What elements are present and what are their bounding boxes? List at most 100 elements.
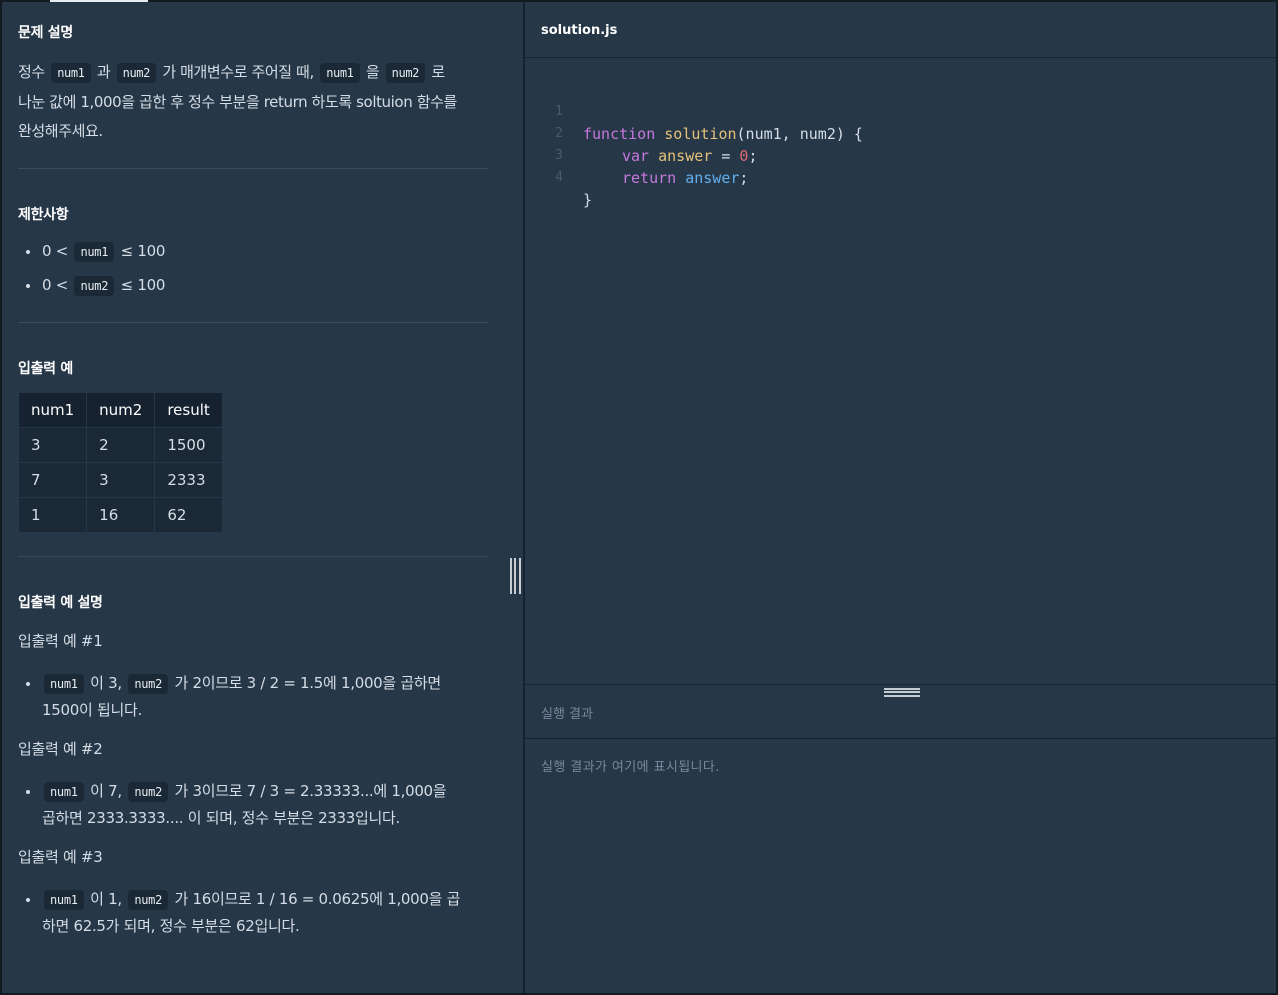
examples-section: 입출력 예 bbox=[2, 358, 488, 378]
explanation-section: 입출력 예 설명 bbox=[2, 592, 488, 612]
table-row: 1 16 62 bbox=[17, 497, 223, 533]
code-params: (num1, num2) { bbox=[736, 125, 863, 143]
example-3-item: num1 이 1, num2 가 16이므로 1 / 16 = 0.0625에 … bbox=[2, 886, 488, 939]
code-line: 1 function solution(num1, num2) { bbox=[525, 79, 863, 143]
text-segment: ≤ 100 bbox=[120, 242, 166, 260]
column-header: num1 bbox=[17, 392, 88, 428]
text-segment: 1500이 됩니다. bbox=[42, 701, 142, 719]
code-keyword: function bbox=[583, 125, 656, 143]
text-segment: 0 < bbox=[42, 276, 68, 294]
code-line: 2 var answer = 0; bbox=[525, 101, 757, 165]
inline-code: num2 bbox=[128, 782, 169, 802]
inline-code: num2 bbox=[128, 674, 169, 694]
code-variable: answer bbox=[685, 169, 740, 187]
example-2-list: num1 이 7, num2 가 3이므로 7 / 3 = 2.33333...… bbox=[2, 778, 488, 831]
result-output: 실행 결과가 여기에 표시됩니다. bbox=[541, 760, 720, 775]
column-header: num2 bbox=[86, 392, 156, 428]
example-1-list: num1 이 3, num2 가 2이므로 3 / 2 = 1.5에 1,000… bbox=[2, 670, 488, 723]
table-header-row: num1 num2 result bbox=[17, 392, 223, 428]
code-text: return answer; bbox=[622, 167, 748, 189]
code-punctuation: ; bbox=[739, 169, 749, 187]
table-cell: 7 bbox=[17, 462, 88, 498]
example-3-title: 입출력 예 #3 bbox=[18, 848, 103, 866]
vertical-resize-handle[interactable] bbox=[510, 558, 521, 594]
description-section: 문제 설명 bbox=[2, 22, 488, 42]
examples-title: 입출력 예 bbox=[18, 361, 73, 377]
description-line-3: 완성해주세요. bbox=[18, 122, 103, 140]
text-segment: 로 bbox=[431, 63, 445, 81]
problem-panel: 문제 설명 정수 num1 과 num2 가 매개변수로 주어질 때, num1… bbox=[2, 2, 523, 993]
table-row: 7 3 2333 bbox=[17, 462, 223, 498]
inline-code: num1 bbox=[51, 63, 91, 83]
file-tab-solution-js[interactable]: solution.js bbox=[541, 23, 617, 38]
code-keyword: var bbox=[622, 147, 650, 165]
example-3-list: num1 이 1, num2 가 16이므로 1 / 16 = 0.0625에 … bbox=[2, 886, 488, 939]
text-segment: 가 3이므로 7 / 3 = 2.33333...에 1,000을 bbox=[174, 782, 447, 800]
inline-code: num1 bbox=[44, 674, 84, 694]
constraint-item: 0 < num2 ≤ 100 bbox=[2, 272, 165, 306]
description-title: 문제 설명 bbox=[18, 25, 73, 41]
table-cell: 2 bbox=[86, 427, 156, 463]
table-row: 3 2 1500 bbox=[17, 427, 223, 463]
result-header: 실행 결과 bbox=[525, 684, 1276, 739]
text-segment: 이 3, bbox=[90, 674, 122, 692]
code-variable: answer bbox=[658, 147, 713, 165]
table-cell: 1500 bbox=[154, 427, 223, 463]
table-cell: 1 bbox=[17, 497, 88, 533]
inline-code: num1 bbox=[74, 242, 115, 262]
text-segment: 이 7, bbox=[90, 782, 122, 800]
example-2-title: 입출력 예 #2 bbox=[18, 740, 103, 758]
inline-code: num1 bbox=[44, 890, 84, 910]
text-segment: 가 2이므로 3 / 2 = 1.5에 1,000을 곱하면 bbox=[174, 674, 442, 692]
text-segment: 가 매개변수로 주어질 때, bbox=[162, 63, 314, 81]
explanation-title: 입출력 예 설명 bbox=[18, 595, 103, 611]
constraints-list: 0 < num1 ≤ 100 0 < num2 ≤ 100 bbox=[2, 238, 165, 306]
text-segment: 가 16이므로 1 / 16 = 0.0625에 1,000을 곱 bbox=[174, 890, 461, 908]
description-text: 정수 num1 과 num2 가 매개변수로 주어질 때, num1 을 num… bbox=[2, 58, 492, 146]
examples-table: num1 num2 result 3 2 1500 7 3 2333 1 16 … bbox=[17, 392, 223, 533]
code-text: function solution(num1, num2) { bbox=[583, 123, 863, 145]
text-segment: 0 < bbox=[42, 242, 68, 260]
divider bbox=[18, 556, 488, 557]
text-segment: 과 bbox=[96, 63, 111, 81]
table-cell: 16 bbox=[86, 497, 156, 533]
description-line-1: 정수 num1 과 num2 가 매개변수로 주어질 때, num1 을 num… bbox=[18, 58, 492, 88]
horizontal-resize-handle[interactable] bbox=[884, 688, 920, 697]
constraint-item: 0 < num1 ≤ 100 bbox=[2, 238, 165, 272]
divider bbox=[18, 168, 488, 169]
text-segment: 이 1, bbox=[90, 890, 122, 908]
table-cell: 3 bbox=[17, 427, 88, 463]
example-1-title: 입출력 예 #1 bbox=[18, 632, 103, 650]
example-2-item: num1 이 7, num2 가 3이므로 7 / 3 = 2.33333...… bbox=[2, 778, 488, 831]
inline-code: num2 bbox=[74, 276, 115, 296]
description-line-2: 나눈 값에 1,000을 곱한 후 정수 부분을 return 하도록 solt… bbox=[18, 93, 457, 111]
inline-code: num2 bbox=[385, 63, 425, 83]
text-segment: 을 bbox=[365, 63, 380, 81]
inline-code: num1 bbox=[44, 782, 84, 802]
code-punctuation: ; bbox=[748, 147, 758, 165]
text-segment: 정수 bbox=[18, 63, 45, 81]
code-text: var answer = 0; bbox=[622, 145, 757, 167]
text-segment: 곱하면 2333.3333.... 이 되며, 정수 부분은 2333입니다. bbox=[42, 809, 401, 827]
divider bbox=[18, 322, 488, 323]
code-function-name: solution bbox=[664, 125, 737, 143]
code-text: } bbox=[583, 191, 593, 209]
text-segment: ≤ 100 bbox=[120, 276, 166, 294]
constraints-section: 제한사항 bbox=[2, 204, 488, 224]
code-line: 4 } bbox=[525, 145, 592, 209]
column-header: result bbox=[154, 392, 223, 428]
table-cell: 2333 bbox=[154, 462, 223, 498]
line-number: 4 bbox=[555, 170, 563, 185]
file-tab-bar: solution.js bbox=[525, 2, 1276, 58]
inline-code: num2 bbox=[128, 890, 169, 910]
editor-panel: solution.js 1 function solution(num1, nu… bbox=[525, 2, 1276, 993]
table-cell: 62 bbox=[154, 497, 223, 533]
result-title: 실행 결과 bbox=[541, 707, 593, 722]
table-cell: 3 bbox=[86, 462, 156, 498]
code-editor[interactable]: 1 function solution(num1, num2) { 2 var … bbox=[525, 59, 1276, 684]
code-line: 3 return answer; bbox=[525, 123, 748, 187]
code-operator: = bbox=[712, 147, 740, 165]
example-1-item: num1 이 3, num2 가 2이므로 3 / 2 = 1.5에 1,000… bbox=[2, 670, 488, 723]
text-segment: 하면 62.5가 되며, 정수 부분은 62입니다. bbox=[42, 917, 300, 935]
constraints-title: 제한사항 bbox=[18, 207, 69, 223]
